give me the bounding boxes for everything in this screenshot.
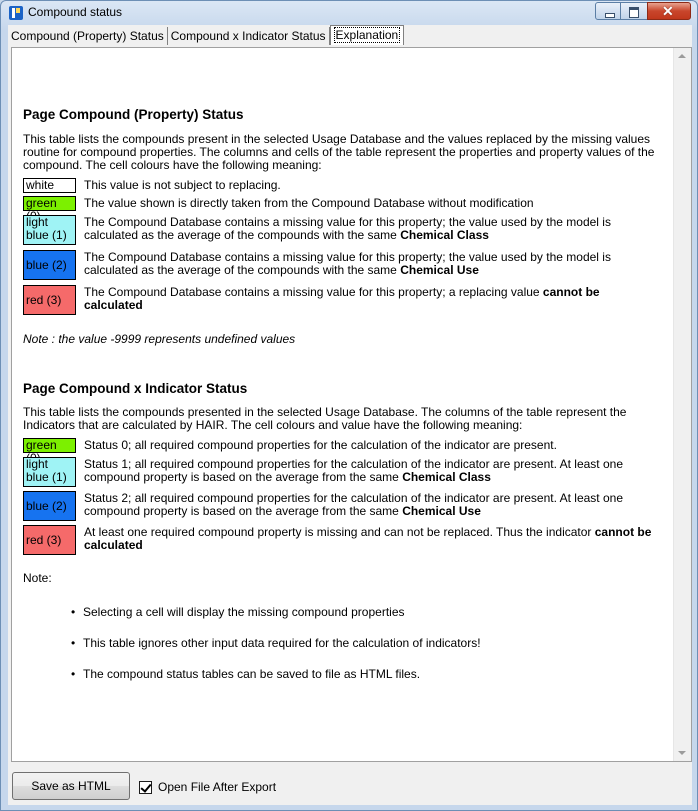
swatch-green: green (0) (23, 196, 76, 223)
tab-strip: Compound (Property) Status Compound x In… (8, 25, 405, 45)
vertical-scrollbar[interactable] (673, 48, 691, 761)
legend-text: This value is not subject to replacing. (84, 179, 660, 192)
bullet-item: This table ignores other input data requ… (71, 636, 481, 650)
legend-text-plain: This value is not subject to replacing. (84, 178, 281, 192)
legend-text: At least one required compound property … (84, 526, 660, 552)
scroll-down-icon[interactable] (678, 751, 686, 755)
section1-intro: This table lists the compounds present i… (23, 132, 655, 172)
legend-text: The Compound Database contains a missing… (84, 216, 660, 242)
section2-heading: Page Compound x Indicator Status (23, 381, 248, 396)
legend-text: The Compound Database contains a missing… (84, 251, 660, 277)
legend-text-plain: The Compound Database contains a missing… (84, 250, 611, 277)
app-icon (9, 6, 23, 20)
close-button[interactable]: ✕ (647, 2, 691, 20)
maximize-icon (629, 7, 639, 18)
main-window: Compound status ✕ Compound (Property) St… (0, 0, 698, 811)
legend-text-bold: Chemical Use (400, 263, 479, 277)
open-after-export-checkbox-group[interactable]: Open File After Export (139, 779, 276, 795)
maximize-button[interactable] (621, 2, 647, 20)
tab-compound-property-status[interactable]: Compound (Property) Status (8, 27, 168, 45)
legend-text: Status 1; all required compound properti… (84, 458, 660, 484)
swatch-blue: blue (2) (23, 491, 76, 521)
swatch-green: green (0) (23, 438, 76, 465)
legend-text-bold: Chemical Use (402, 504, 481, 518)
footer-bar: Save as HTML Open File After Export (8, 765, 692, 805)
legend-text: Status 2; all required compound properti… (84, 492, 660, 518)
legend-text: The Compound Database contains a missing… (84, 286, 660, 312)
title-bar[interactable]: Compound status ✕ (1, 1, 697, 25)
explanation-panel: Page Compound (Property) Status This tab… (11, 47, 692, 762)
explanation-content: Page Compound (Property) Status This tab… (12, 48, 675, 761)
tab-explanation[interactable]: Explanation (329, 25, 405, 45)
legend-text-bold: Chemical Class (400, 228, 489, 242)
client-area: Compound (Property) Status Compound x In… (8, 25, 692, 805)
legend-text-plain: The Compound Database contains a missing… (84, 215, 611, 242)
minimize-icon (605, 13, 615, 18)
bullet-item: The compound status tables can be saved … (71, 667, 420, 681)
legend-text: Status 0; all required compound properti… (84, 439, 660, 452)
section2-intro: This table lists the compounds presented… (23, 405, 627, 432)
legend-text-plain: The Compound Database contains a missing… (84, 285, 543, 299)
swatch-light-blue: light blue (1) (23, 457, 76, 487)
swatch-white: white (23, 178, 76, 193)
legend-text-plain: At least one required compound property … (84, 525, 595, 539)
save-as-html-button[interactable]: Save as HTML (12, 772, 130, 800)
swatch-light-blue: light blue (1) (23, 215, 76, 245)
window-title: Compound status (28, 5, 123, 19)
legend-text-plain: Status 2; all required compound properti… (84, 491, 623, 518)
tab-explanation-label: Explanation (333, 27, 401, 43)
minimize-button[interactable] (595, 2, 621, 20)
swatch-red: red (3) (23, 525, 76, 555)
legend-text-plain: Status 0; all required compound properti… (84, 438, 557, 452)
close-icon: ✕ (662, 3, 674, 19)
legend-text: The value shown is directly taken from t… (84, 197, 660, 210)
open-after-export-label[interactable]: Open File After Export (158, 780, 276, 794)
window-controls: ✕ (595, 2, 691, 21)
swatch-blue: blue (2) (23, 250, 76, 280)
section1-heading: Page Compound (Property) Status (23, 107, 244, 122)
tab-compound-indicator-status[interactable]: Compound x Indicator Status (168, 27, 330, 45)
legend-text-bold: Chemical Class (402, 470, 491, 484)
swatch-red: red (3) (23, 285, 76, 315)
bullet-item: Selecting a cell will display the missin… (71, 605, 404, 619)
legend-text-plain: The value shown is directly taken from t… (84, 196, 534, 210)
legend-text-plain: Status 1; all required compound properti… (84, 457, 623, 484)
section1-note: Note : the value -9999 represents undefi… (23, 332, 296, 346)
scroll-up-icon[interactable] (678, 54, 686, 58)
open-after-export-checkbox[interactable] (139, 780, 152, 794)
section2-note-label: Note: (23, 571, 52, 585)
